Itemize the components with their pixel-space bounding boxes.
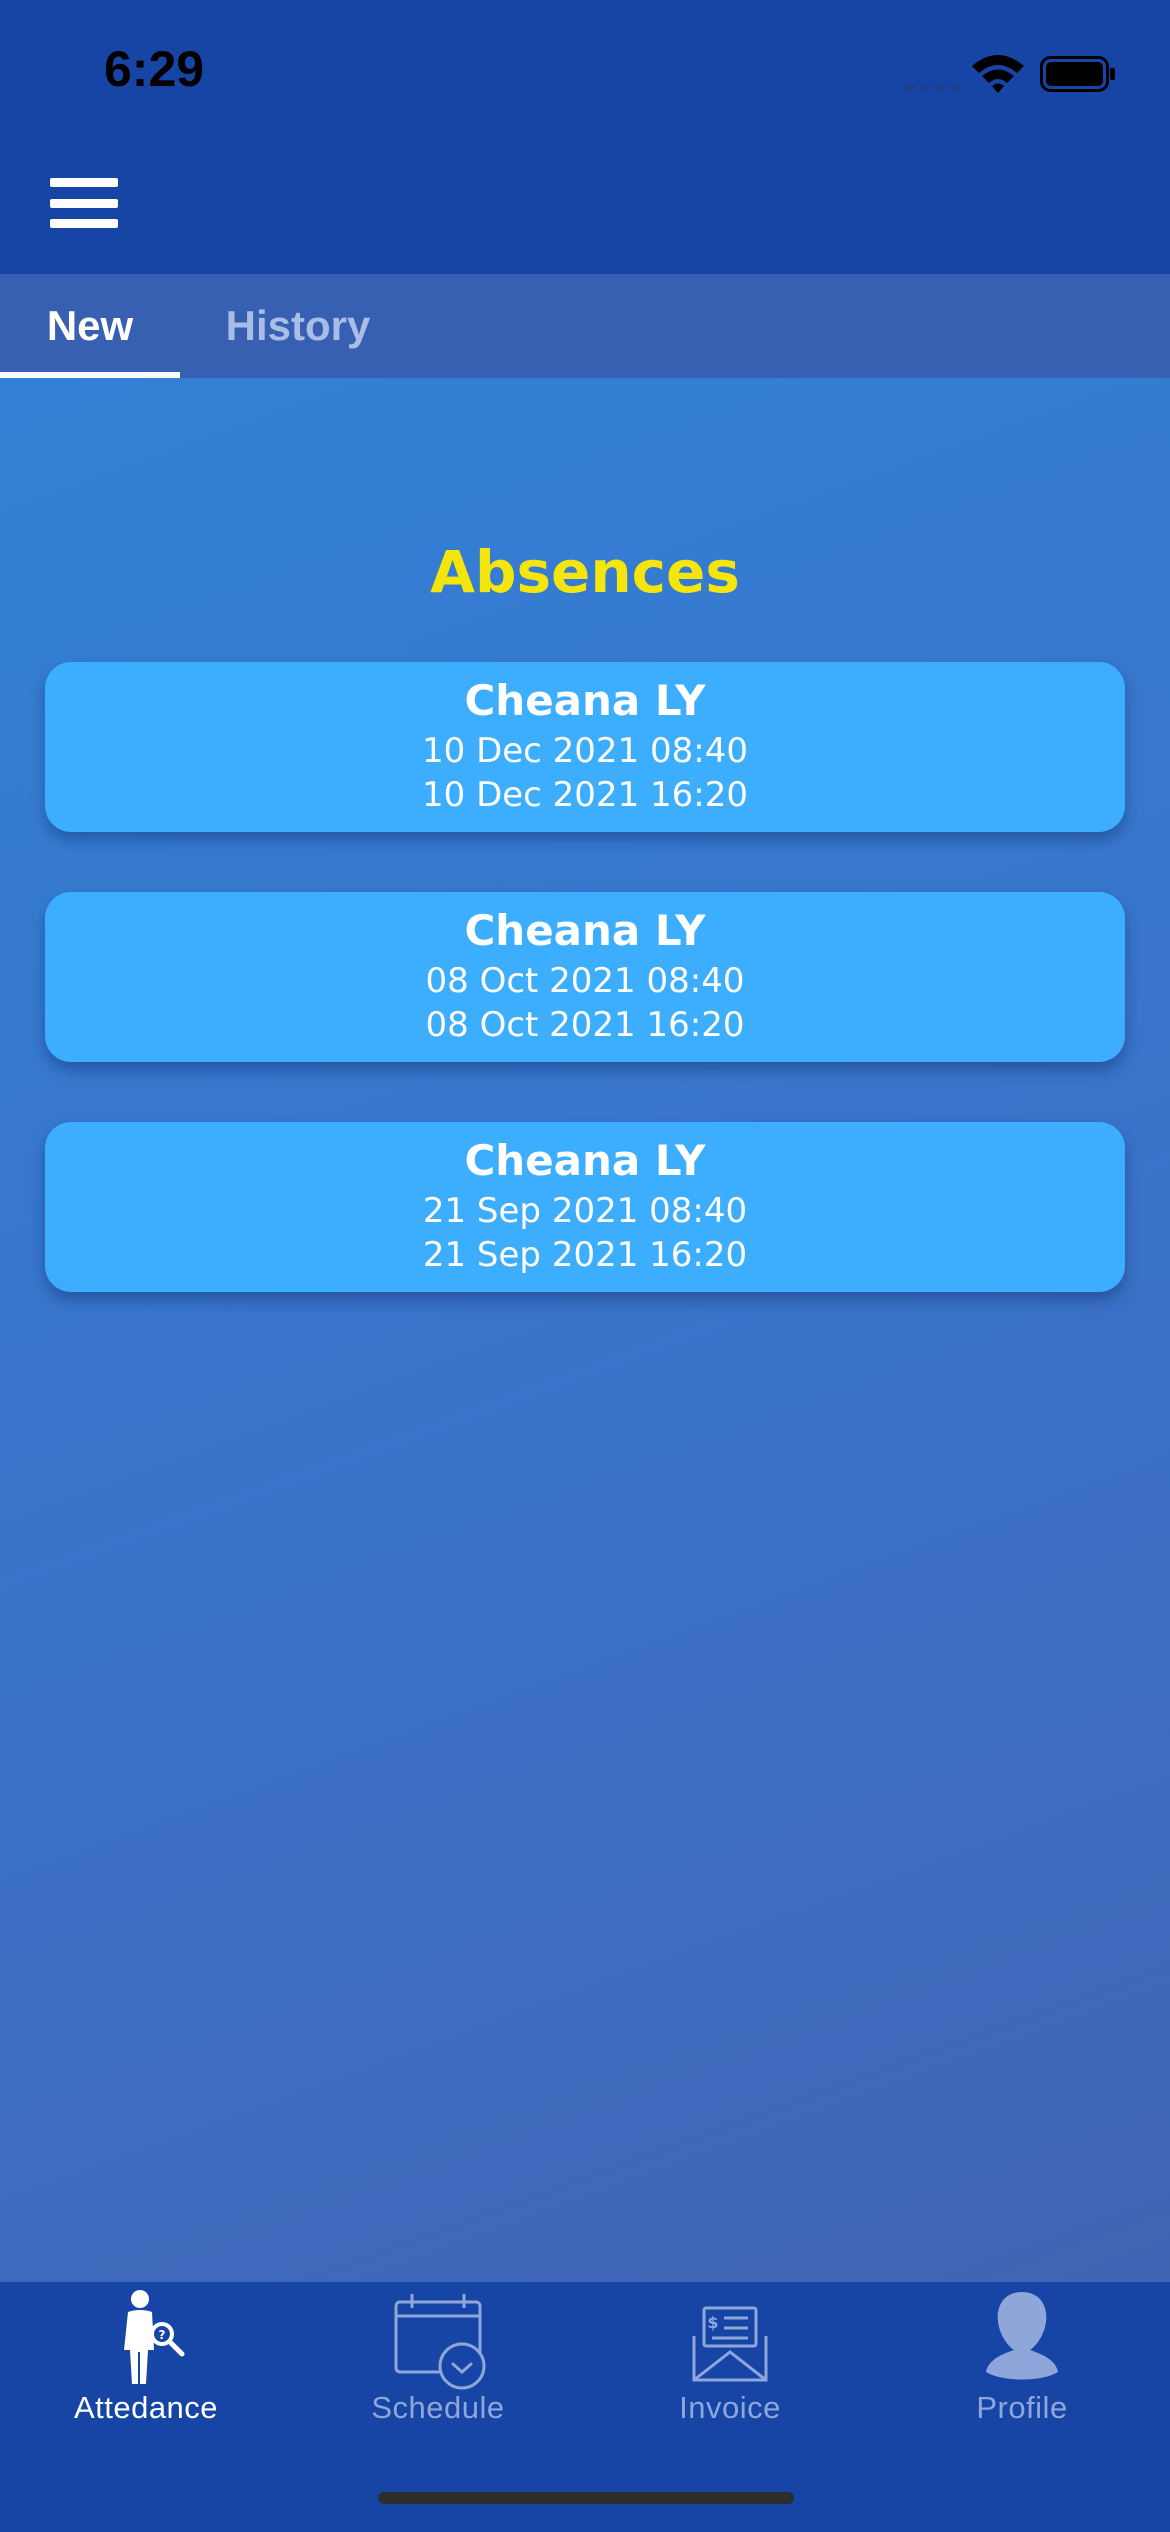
battery-icon (1040, 56, 1115, 92)
cellular-signal-icon (905, 84, 960, 90)
nav-label-schedule: Schedule (371, 2390, 505, 2425)
menu-bar-line (50, 198, 118, 208)
absence-student-name: Cheana LY (464, 676, 706, 725)
hamburger-menu-icon[interactable] (44, 170, 124, 236)
menu-bar-line (50, 178, 118, 187)
invoice-envelope-icon: $ (692, 2306, 768, 2382)
absence-end-time: 10 Dec 2021 16:20 (422, 775, 748, 815)
nav-item-profile[interactable]: Profile (876, 2282, 1168, 2432)
profile-avatar-icon (986, 2292, 1058, 2380)
page-title: Absences (430, 538, 740, 606)
svg-text:$: $ (707, 2313, 718, 2332)
tab-new[interactable]: New (0, 274, 180, 378)
absence-end-time: 08 Oct 2021 16:20 (425, 1005, 745, 1045)
absence-student-name: Cheana LY (464, 1136, 706, 1185)
nav-label-attendance: Attedance (73, 2390, 219, 2425)
absence-card[interactable]: Cheana LY 10 Dec 2021 08:40 10 Dec 2021 … (45, 662, 1125, 832)
svg-text:?: ? (159, 2328, 166, 2342)
nav-item-attendance[interactable]: ? Attedance (0, 2282, 292, 2432)
status-time: 6:29 (104, 41, 205, 97)
absence-end-time: 21 Sep 2021 16:20 (422, 1235, 748, 1275)
tab-bar: New History (0, 274, 1170, 378)
nav-item-invoice[interactable]: $ Invoice (584, 2282, 876, 2432)
nav-item-schedule[interactable]: Schedule (292, 2282, 584, 2432)
wifi-icon (972, 55, 1024, 93)
status-bar: 6:29 (0, 0, 1170, 140)
absence-start-time: 21 Sep 2021 08:40 (422, 1191, 748, 1231)
nav-label-invoice: Invoice (679, 2390, 781, 2425)
absence-start-time: 08 Oct 2021 08:40 (425, 961, 745, 1001)
app-header (0, 140, 1170, 274)
absence-card[interactable]: Cheana LY 21 Sep 2021 08:40 21 Sep 2021 … (45, 1122, 1125, 1292)
absence-student-name: Cheana LY (464, 906, 706, 955)
nav-label-profile: Profile (976, 2390, 1068, 2425)
absence-start-time: 10 Dec 2021 08:40 (422, 731, 748, 771)
absence-card[interactable]: Cheana LY 08 Oct 2021 08:40 08 Oct 2021 … (45, 892, 1125, 1062)
main-content: Absences Cheana LY 10 Dec 2021 08:40 10 … (0, 378, 1170, 2282)
calendar-clock-icon (394, 2294, 486, 2390)
home-indicator (378, 2492, 794, 2504)
menu-bar-line (50, 219, 118, 228)
attendance-person-icon: ? (124, 2290, 185, 2384)
tab-history[interactable]: History (200, 274, 396, 378)
